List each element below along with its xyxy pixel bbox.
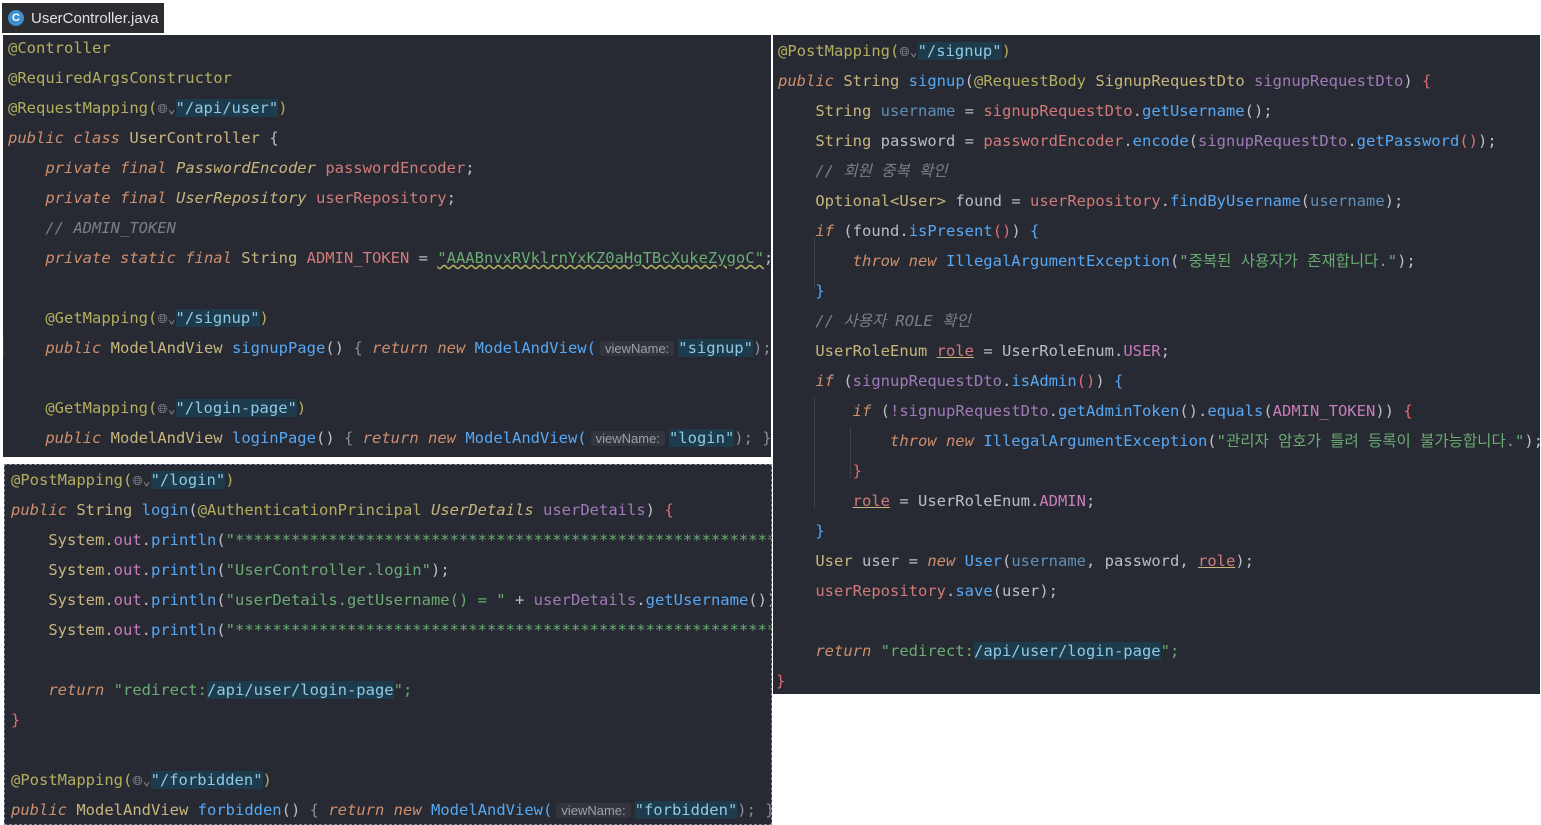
code-comment: // ADMIN_TOKEN — [45, 219, 176, 237]
code-line: throw new IllegalArgumentException("중복된 … — [852, 252, 1416, 270]
code-line: private static final String ADMIN_TOKEN … — [45, 249, 771, 267]
globe-icon[interactable]: 🌐︎⌄ — [157, 102, 175, 117]
code-line: if (signupRequestDto.isAdmin()) { — [815, 372, 1124, 390]
code-line: return "redirect:/api/user/login-page"; — [815, 642, 1180, 660]
code-line: @PostMapping(🌐︎⌄"/forbidden") — [11, 771, 272, 789]
tab-filename: UserController.java — [31, 9, 159, 27]
code-line: } — [815, 522, 825, 540]
code-line: private final PasswordEncoder passwordEn… — [45, 159, 475, 177]
code-line: @GetMapping(🌐︎⌄"/signup") — [45, 309, 269, 327]
code-line: System.out.println("UserController.login… — [48, 561, 450, 579]
code-comment: // 사용자 ROLE 확인 — [815, 312, 971, 330]
code-line: public ModelAndView signupPage() { retur… — [45, 339, 771, 357]
code-line: Optional<User> found = userRepository.fi… — [815, 192, 1404, 210]
code-line: public String login(@AuthenticationPrinc… — [11, 501, 674, 519]
globe-icon[interactable]: 🌐︎⌄ — [132, 474, 150, 489]
param-hint: viewName: — [590, 431, 665, 446]
code-line: } — [776, 672, 786, 690]
code-line: public String signup(@RequestBody Signup… — [778, 72, 1432, 90]
code-line: role = UserRoleEnum.ADMIN; — [852, 492, 1096, 510]
code-line: public ModelAndView forbidden() { return… — [11, 801, 772, 819]
code-line: } — [815, 282, 825, 300]
code-line: @Controller — [8, 39, 111, 57]
param-hint: viewName: — [556, 803, 631, 818]
code-line: @PostMapping(🌐︎⌄"/signup") — [778, 42, 1011, 60]
globe-icon[interactable]: 🌐︎⌄ — [132, 774, 150, 789]
code-line: if (!signupRequestDto.getAdminToken().eq… — [852, 402, 1413, 420]
code-line: String username = signupRequestDto.getUs… — [815, 102, 1273, 120]
code-line: public class UserController { — [8, 129, 279, 147]
code-line: @RequiredArgsConstructor — [8, 69, 232, 87]
globe-icon[interactable]: 🌐︎⌄ — [157, 402, 175, 417]
code-line: public ModelAndView loginPage() { return… — [45, 429, 771, 447]
code-line: System.out.println("userDetails.getUsern… — [48, 591, 771, 609]
globe-icon[interactable]: 🌐︎⌄ — [157, 312, 175, 327]
code-line: System.out.println("********************… — [48, 621, 771, 639]
code-line: @GetMapping(🌐︎⌄"/login-page") — [45, 399, 307, 417]
code-line: if (found.isPresent()) { — [815, 222, 1040, 240]
code-line: UserRoleEnum role = UserRoleEnum.USER; — [815, 342, 1170, 360]
code-line: userRepository.save(user); — [815, 582, 1058, 600]
code-comment: // 회원 중복 확인 — [815, 162, 948, 180]
code-line: String password = passwordEncoder.encode… — [815, 132, 1497, 150]
code-line: System.out.println("********************… — [48, 531, 771, 549]
code-panel-right[interactable]: @PostMapping(🌐︎⌄"/signup") public String… — [773, 35, 1540, 694]
editor-tab[interactable]: C UserController.java — [2, 3, 164, 33]
code-line: } — [11, 711, 21, 729]
code-line: private final UserRepository userReposit… — [45, 189, 456, 207]
code-line: } — [852, 462, 862, 480]
param-hint: viewName: — [599, 341, 675, 356]
code-panel-top[interactable]: @Controller @RequiredArgsConstructor @Re… — [3, 35, 771, 457]
code-panel-bottom[interactable]: @PostMapping(🌐︎⌄"/login") public String … — [4, 464, 772, 825]
code-line: @PostMapping(🌐︎⌄"/login") — [11, 471, 235, 489]
code-line: return "redirect:/api/user/login-page"; — [48, 681, 413, 699]
code-line: @RequestMapping(🌐︎⌄"/api/user") — [8, 99, 288, 117]
code-line: User user = new User(username, password,… — [815, 552, 1254, 570]
globe-icon[interactable]: 🌐︎⌄ — [899, 45, 917, 60]
code-line: throw new IllegalArgumentException("관리자 … — [889, 432, 1540, 450]
java-class-icon: C — [8, 10, 24, 26]
